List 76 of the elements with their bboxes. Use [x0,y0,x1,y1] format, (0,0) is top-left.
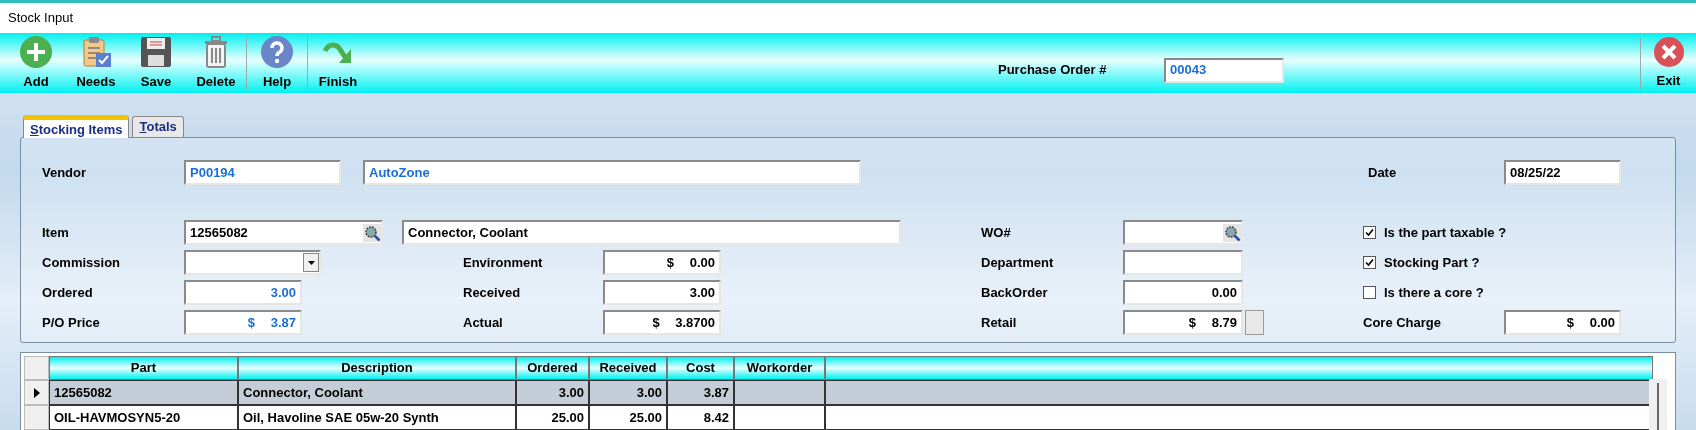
tab[interactable]: Stocking Items [23,115,130,138]
checkbox-label: Is the part taxable ? [1384,223,1507,242]
field-label: Date [1368,163,1398,182]
purchase-order-label: Purchase Order # [998,61,1108,80]
input-field[interactable]: $ 3.8700 [603,310,721,335]
input-field[interactable]: 08/25/22 [1504,160,1621,185]
search-icon[interactable] [1223,223,1241,242]
row-pointer-icon [33,387,40,398]
scrollbar[interactable] [1649,379,1667,430]
checkbox[interactable] [1363,286,1376,299]
input-field[interactable]: 12565082 [184,220,383,245]
column-header[interactable]: Part [49,356,238,380]
field-label: Department [981,253,1055,272]
search-icon[interactable] [363,223,381,242]
input-field[interactable]: $ 3.87 [184,310,302,335]
input-field[interactable]: $ 0.00 [1504,310,1621,335]
close-icon [1652,35,1685,68]
column-header[interactable]: Workorder [734,356,825,380]
field-label: Received [463,283,522,302]
input-field[interactable] [1123,220,1243,245]
checkbox-label: Is there a core ? [1384,283,1484,302]
row-header[interactable] [24,380,49,405]
table-cell: 8.42 [667,405,734,430]
input-field[interactable]: $ 8.79 [1123,310,1243,335]
table-cell: 3.87 [667,380,734,405]
field-label: P/O Price [42,313,101,332]
input-field[interactable]: 0.00 [1123,280,1243,305]
table-cell: 3.00 [516,380,589,405]
field-label: Environment [463,253,544,272]
dropdown-arrow-button[interactable] [303,253,319,272]
toolbar-button[interactable]: Add [6,33,66,93]
plus-icon [19,34,53,69]
checkbox[interactable] [1363,256,1376,269]
table-cell: 3.00 [589,380,667,405]
column-header[interactable]: Description [238,356,516,380]
check-icon [1365,228,1374,237]
toolbar-button[interactable]: Finish [308,33,368,93]
table-cell: Oil, Havoline SAE 05w-20 Synth [238,405,516,430]
toolbar-button[interactable]: Save [126,33,186,93]
checkbox[interactable] [1363,226,1376,239]
field-label: WO# [981,223,1012,242]
input-field[interactable]: 00043 [1164,57,1284,83]
toolbar-button[interactable]: Needs [66,33,126,93]
caret-icon [307,260,315,265]
input-field[interactable]: 3.00 [184,280,302,305]
input-field[interactable]: AutoZone [363,160,861,185]
field-label: Ordered [42,283,94,302]
field-label: Vendor [42,163,88,182]
table-cell: 25.00 [516,405,589,430]
table-cell: Connector, Coolant [238,380,516,405]
check-icon [1365,258,1374,267]
corner-header [24,356,49,380]
field-label: Actual [463,313,504,332]
column-header[interactable]: Ordered [516,356,589,380]
help-icon [260,34,294,69]
checkbox-label: Stocking Part ? [1384,253,1480,272]
input-field[interactable]: $ 0.00 [603,250,721,275]
toolbar-button[interactable]: Help [247,33,307,93]
tab[interactable]: Totals [132,116,184,137]
window-title: Stock Input [8,9,74,28]
table-cell: OIL-HAVMOSYN5-20 [49,405,238,430]
field-label: Item [42,223,70,242]
column-header[interactable]: Received [589,356,667,380]
field-label: Retail [981,313,1018,332]
table-cell: 12565082 [49,380,238,405]
input-field[interactable]: P00194 [184,160,341,185]
field-label: BackOrder [981,283,1049,302]
exit-button[interactable]: Exit [1641,33,1696,93]
field-label: Commission [42,253,121,272]
column-header[interactable]: Cost [667,356,734,380]
input-field[interactable]: 3.00 [603,280,721,305]
field-label: Core Charge [1363,313,1443,332]
table-cell: 25.00 [589,405,667,430]
input-field[interactable]: Connector, Coolant [402,220,901,245]
input-field[interactable] [1123,250,1243,275]
toolbar-button[interactable]: Delete [186,33,246,93]
